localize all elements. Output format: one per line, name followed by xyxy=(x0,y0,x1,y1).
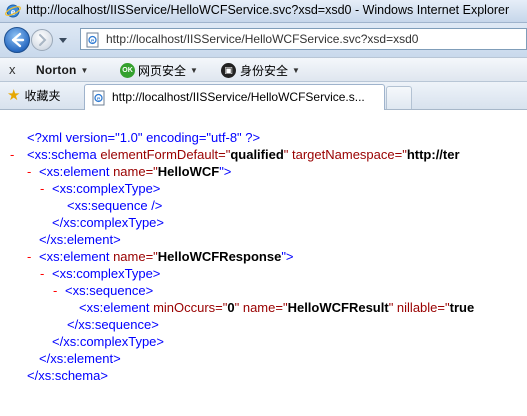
xml-tag: </xs:complexType> xyxy=(52,215,164,230)
xml-tag: <xs:schema xyxy=(27,147,97,162)
xml-line-element-close: </xs:element> xyxy=(39,351,121,367)
forward-button[interactable] xyxy=(31,29,53,51)
collapse-toggle[interactable]: - xyxy=(53,283,57,299)
xml-attr-value: true xyxy=(449,300,475,315)
xml-tag: </xs:complexType> xyxy=(52,334,164,349)
xml-attr-name: name=" xyxy=(109,249,158,264)
xml-declaration: <?xml version="1.0" encoding="utf-8" ?> xyxy=(27,130,260,146)
xml-tag: <xs:sequence /> xyxy=(67,198,163,213)
xml-line-complextype-close: </xs:complexType> xyxy=(52,215,164,231)
xml-attr-name: " targetNamespace=" xyxy=(283,147,407,162)
title-bar: e http://localhost/IISService/HelloWCFSe… xyxy=(0,0,527,23)
address-url: http://localhost/IISService/HelloWCFServ… xyxy=(106,32,419,46)
xml-tag: <xs:complexType> xyxy=(52,181,161,196)
xml-line-sequence-open: - <xs:sequence> xyxy=(53,283,153,299)
xml-attr-value: 0 xyxy=(227,300,235,315)
xml-attr-name: " nillable=" xyxy=(388,300,450,315)
xml-line-element-close: </xs:element> xyxy=(39,232,121,248)
xml-tag: </xs:sequence> xyxy=(67,317,159,332)
star-icon: ★ xyxy=(7,86,21,104)
xml-tag: "> xyxy=(281,249,294,264)
page-icon: e xyxy=(86,32,99,48)
xml-declaration-text: <?xml version="1.0" encoding="utf-8" ?> xyxy=(27,130,261,145)
xml-attr-value: qualified xyxy=(230,147,284,162)
xml-tag: </xs:schema> xyxy=(27,368,108,383)
xml-line-sequence-close: </xs:sequence> xyxy=(67,317,159,333)
back-button[interactable] xyxy=(4,27,30,53)
chevron-down-icon: ▼ xyxy=(190,66,198,75)
collapse-toggle[interactable]: - xyxy=(40,266,44,282)
xml-attr-name: minOccurs=" xyxy=(149,300,228,315)
xml-attr-name: elementFormDefault=" xyxy=(96,147,231,162)
recent-pages-dropdown-icon[interactable] xyxy=(58,35,68,45)
close-toolbar-icon[interactable]: x xyxy=(9,62,16,77)
forward-arrow-icon xyxy=(39,34,47,46)
xml-line-element-hellowcfresponse: - <xs:element name="HelloWCFResponse"> xyxy=(27,249,294,265)
window-title: http://localhost/IISService/HelloWCFServ… xyxy=(26,3,510,17)
page-icon: e xyxy=(92,90,105,106)
tab-title: http://localhost/IISService/HelloWCFServ… xyxy=(112,90,365,104)
xml-attr-value: HelloWCFResult xyxy=(287,300,389,315)
xml-tag: <xs:sequence> xyxy=(65,283,154,298)
back-arrow-icon xyxy=(11,32,25,48)
xml-tag: <xs:element xyxy=(39,164,110,179)
xml-line-element-hellowcfresult: <xs:element minOccurs="0" name="HelloWCF… xyxy=(79,300,474,316)
collapse-toggle[interactable]: - xyxy=(10,147,14,163)
internet-explorer-icon: e xyxy=(5,4,21,18)
collapse-toggle[interactable]: - xyxy=(27,164,31,180)
lock-icon: ▣ xyxy=(221,63,236,78)
xml-attr-name: " name=" xyxy=(234,300,288,315)
xml-tag: "> xyxy=(219,164,232,179)
xml-line-complextype-open: - <xs:complexType> xyxy=(40,181,160,197)
xml-tag: <xs:element xyxy=(39,249,110,264)
address-field[interactable]: e http://localhost/IISService/HelloWCFSe… xyxy=(80,28,527,50)
collapse-toggle[interactable]: - xyxy=(40,181,44,197)
chevron-down-icon: ▼ xyxy=(292,66,300,75)
xml-line-schema-open: - <xs:schema elementFormDefault="qualifi… xyxy=(10,147,460,163)
norton-label: Norton xyxy=(36,63,77,77)
xml-tag: <xs:element xyxy=(79,300,150,315)
collapse-toggle[interactable]: - xyxy=(27,249,31,265)
xml-line-sequence-empty: <xs:sequence /> xyxy=(67,198,162,214)
xml-line-complextype-open: - <xs:complexType> xyxy=(40,266,160,282)
identity-safe-menu[interactable]: ▣ 身份安全 ▼ xyxy=(221,62,300,79)
favorites-button[interactable]: ★ 收藏夹 xyxy=(7,87,60,104)
tab-current[interactable]: e http://localhost/IISService/HelloWCFSe… xyxy=(84,84,385,110)
favorites-label: 收藏夹 xyxy=(24,89,61,103)
xml-attr-value: http://ter xyxy=(406,147,460,162)
norton-menu[interactable]: Norton ▼ xyxy=(36,63,89,77)
xml-attr-value: HelloWCFResponse xyxy=(157,249,282,264)
safe-web-label: 网页安全 xyxy=(138,64,187,78)
xml-attr-value: HelloWCF xyxy=(157,164,220,179)
norton-toolbar: x Norton ▼ OK 网页安全 ▼ ▣ 身份安全 ▼ xyxy=(0,57,527,82)
xml-tag: <xs:complexType> xyxy=(52,266,161,281)
identity-safe-label: 身份安全 xyxy=(240,64,289,78)
new-tab-button[interactable] xyxy=(386,86,412,109)
xml-tag: </xs:element> xyxy=(39,232,121,247)
xml-attr-name: name=" xyxy=(109,164,158,179)
chevron-down-icon: ▼ xyxy=(80,66,89,76)
xml-tag: </xs:element> xyxy=(39,351,121,366)
navigation-bar: e http://localhost/IISService/HelloWCFSe… xyxy=(0,23,527,57)
safe-web-menu[interactable]: OK 网页安全 ▼ xyxy=(120,62,198,79)
tab-bar: ★ 收藏夹 e http://localhost/IISService/Hell… xyxy=(0,82,527,110)
xml-line-element-hellowcf: - <xs:element name="HelloWCF"> xyxy=(27,164,231,180)
xml-document: <?xml version="1.0" encoding="utf-8" ?> … xyxy=(0,110,527,416)
xml-line-schema-close: </xs:schema> xyxy=(27,368,108,384)
xml-line-complextype-close: </xs:complexType> xyxy=(52,334,164,350)
safe-web-ok-icon: OK xyxy=(120,63,135,78)
